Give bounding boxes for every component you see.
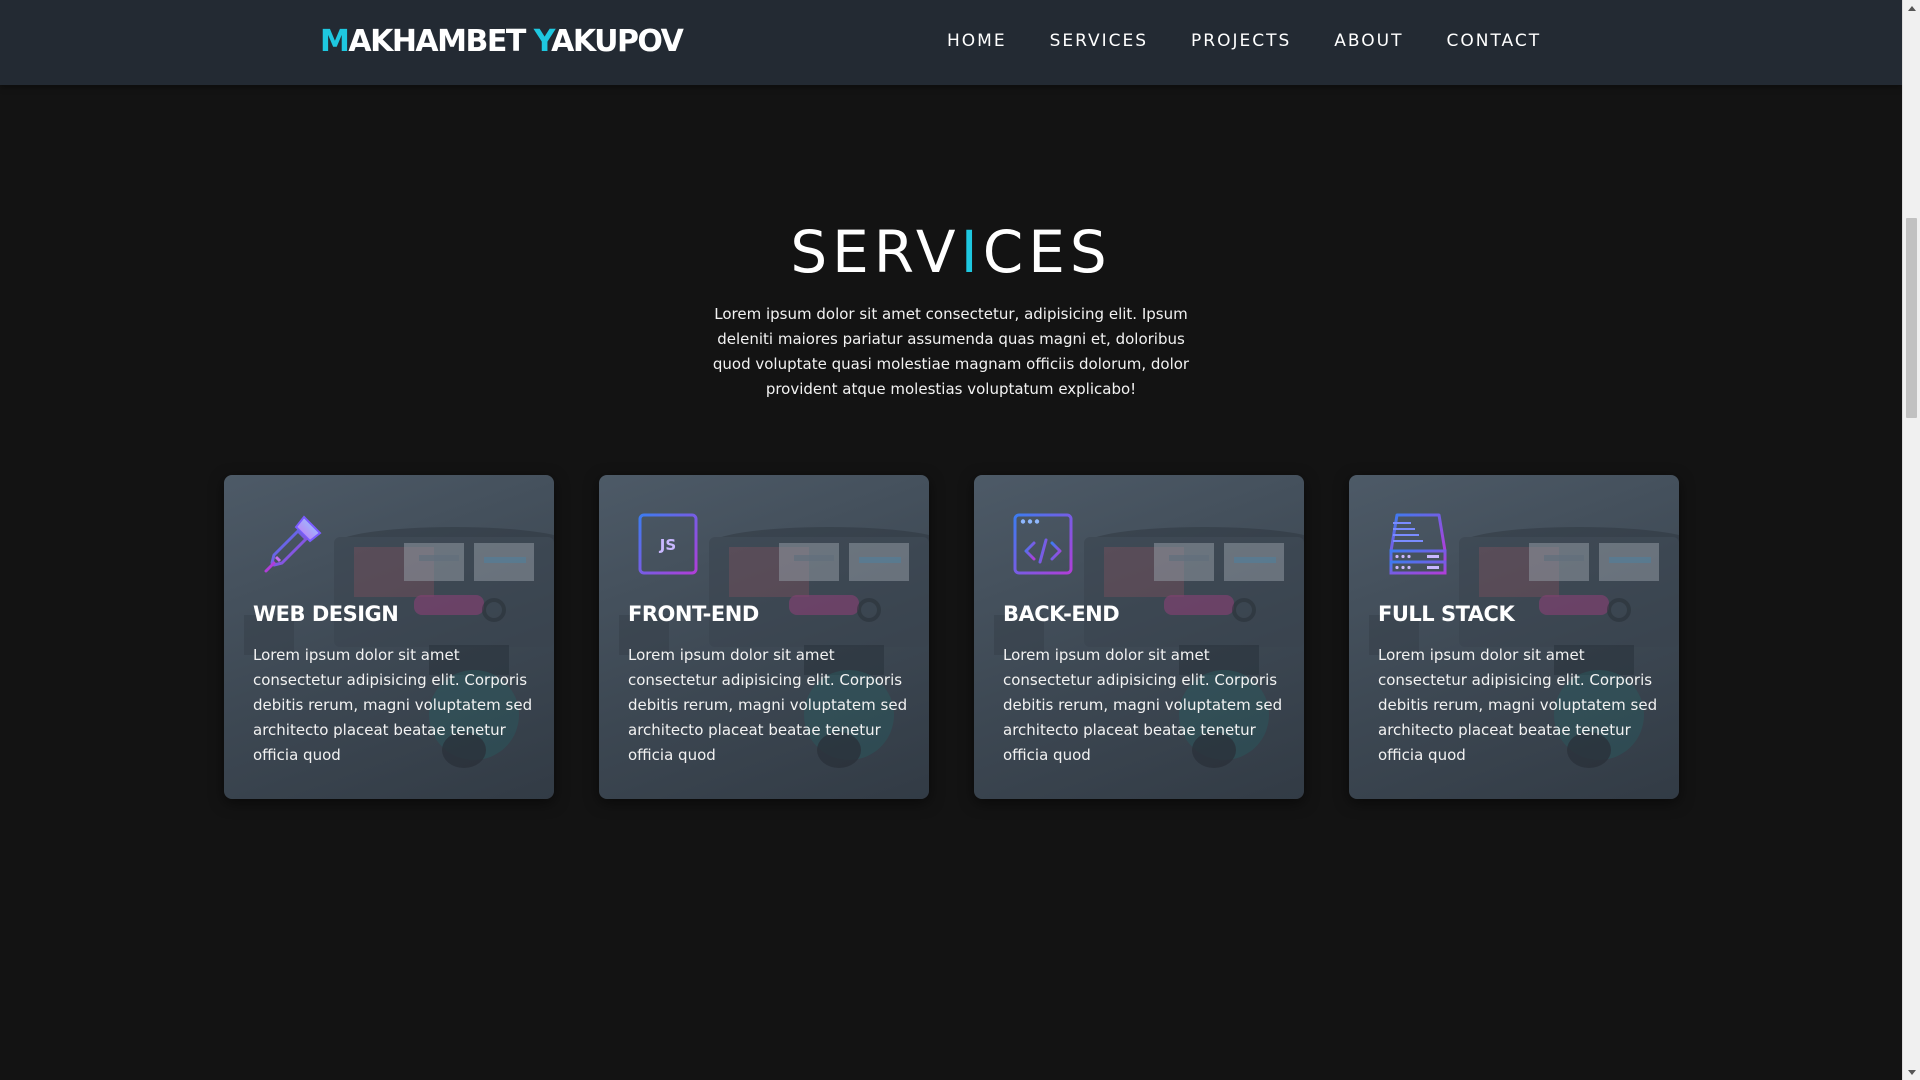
page-scrollbar[interactable] xyxy=(1902,0,1920,1080)
service-card-title: FRONT-END xyxy=(628,602,759,626)
service-card-text: Lorem ipsum dolor sit amet consectetur a… xyxy=(628,646,908,764)
server-stack-icon xyxy=(1389,513,1447,575)
nav-link-home[interactable]: HOME xyxy=(947,31,1007,51)
nav-link-contact[interactable]: CONTACT xyxy=(1447,31,1542,51)
code-window-icon xyxy=(1013,513,1073,575)
logo-initial-y: Y xyxy=(533,24,553,59)
nav-link-services[interactable]: SERVICES xyxy=(1050,31,1148,51)
js-icon: JS xyxy=(638,513,698,575)
scrollbar-thumb[interactable] xyxy=(1906,218,1917,418)
services-intro: Lorem ipsum dolor sit amet consectetur, … xyxy=(712,305,1190,398)
service-card-text: Lorem ipsum dolor sit amet consectetur a… xyxy=(1003,646,1283,764)
nav-link-about[interactable]: ABOUT xyxy=(1334,31,1403,51)
service-card-text: Lorem ipsum dolor sit amet consectetur a… xyxy=(1378,646,1658,764)
service-card-text: Lorem ipsum dolor sit amet consectetur a… xyxy=(253,646,533,764)
service-card-full-stack: FULL STACK Lorem ipsum dolor sit amet co… xyxy=(1349,475,1679,799)
services-heading: SERVICES xyxy=(0,218,1902,286)
logo-initial-m: M xyxy=(320,24,350,59)
service-card-title: BACK-END xyxy=(1003,602,1120,626)
scroll-down-arrow-icon[interactable] xyxy=(1903,1064,1920,1080)
js-icon-text: JS xyxy=(659,536,676,554)
nav-link-projects[interactable]: PROJECTS xyxy=(1191,31,1291,51)
service-card-web-design: WEB DESIGN Lorem ipsum dolor sit amet co… xyxy=(224,475,554,799)
services-heading-accent: I xyxy=(960,218,983,286)
service-card-back-end: BACK-END Lorem ipsum dolor sit amet cons… xyxy=(974,475,1304,799)
logo-last-name: AKUPOV xyxy=(551,24,684,59)
pen-tool-icon xyxy=(264,515,322,573)
service-card-title: WEB DESIGN xyxy=(253,602,399,626)
services-heading-part2: CES xyxy=(982,218,1112,286)
navbar: MAKHAMBET YAKUPOV HOME SERVICES PROJECTS… xyxy=(0,0,1902,85)
main-nav: HOME SERVICES PROJECTS ABOUT CONTACT xyxy=(947,31,1541,51)
site-logo[interactable]: MAKHAMBET YAKUPOV xyxy=(320,24,684,59)
service-card-title: FULL STACK xyxy=(1378,602,1515,626)
scroll-up-arrow-icon[interactable] xyxy=(1903,0,1920,16)
logo-first-name: AKHAMBET xyxy=(348,24,534,59)
service-card-front-end: JS FRONT-END Lorem ipsum dolor sit amet … xyxy=(599,475,929,799)
services-heading-part1: SERV xyxy=(790,218,961,286)
